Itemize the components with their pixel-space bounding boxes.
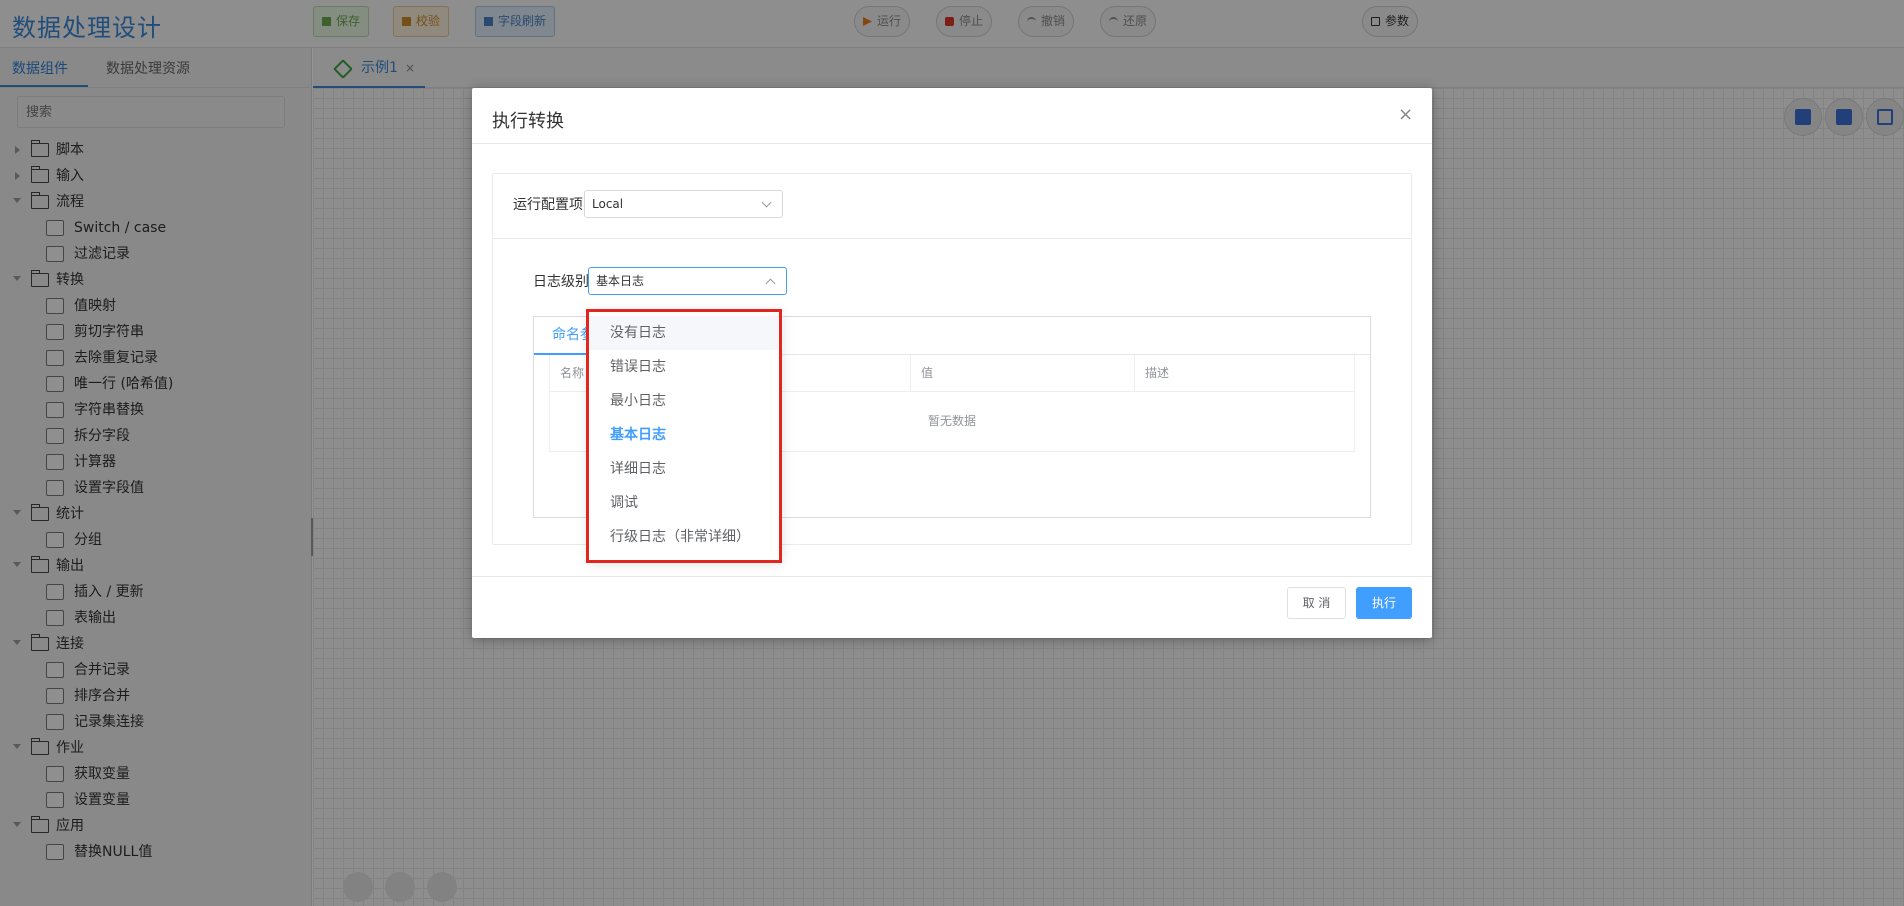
- log-level-select[interactable]: 基本日志: [588, 267, 787, 295]
- column-header-desc: 描述: [1134, 355, 1354, 392]
- cancel-button[interactable]: 取 消: [1287, 587, 1346, 619]
- log-level-value: 基本日志: [596, 274, 645, 288]
- dialog-footer: 取 消 执行: [472, 576, 1432, 638]
- chevron-down-icon: [761, 197, 772, 208]
- panel-divider: [493, 238, 1411, 239]
- dialog-header: 执行转换 ×: [472, 88, 1432, 144]
- close-icon[interactable]: ×: [1398, 104, 1413, 125]
- run-config-label: 运行配置项: [513, 197, 583, 213]
- highlight-annotation-box: [586, 309, 782, 563]
- log-level-label: 日志级别: [533, 274, 589, 290]
- execute-button[interactable]: 执行: [1356, 587, 1412, 619]
- column-header-value: 值: [910, 355, 1134, 392]
- run-config-select[interactable]: Local: [584, 190, 783, 218]
- chevron-up-icon: [765, 278, 776, 289]
- dialog-title: 执行转换: [492, 111, 564, 132]
- run-config-value: Local: [592, 197, 624, 211]
